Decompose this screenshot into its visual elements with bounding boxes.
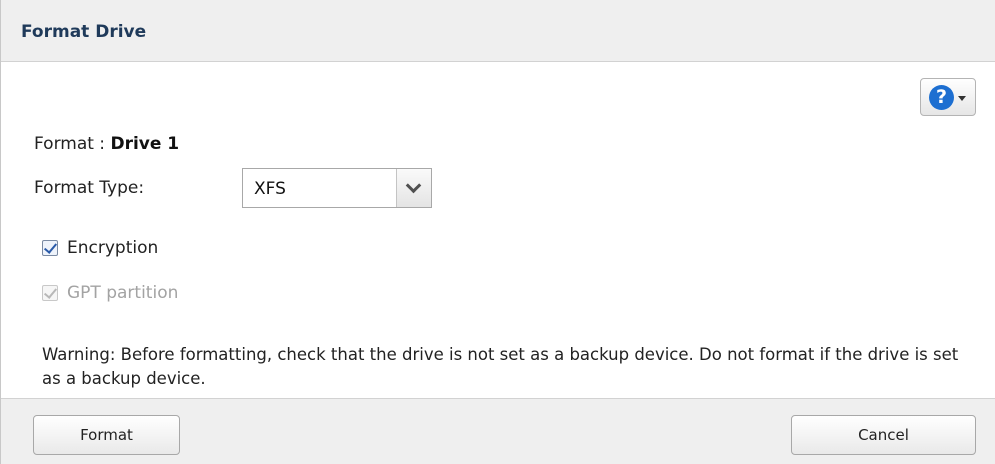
gpt-partition-checkbox xyxy=(42,285,58,301)
chevron-down-icon xyxy=(405,177,422,194)
gpt-partition-label: GPT partition xyxy=(67,283,179,303)
checkmark-icon xyxy=(43,285,58,299)
help-icon: ? xyxy=(929,85,954,110)
format-target-row: Format : Drive 1 xyxy=(34,134,179,154)
cancel-button[interactable]: Cancel xyxy=(791,415,976,455)
dialog-title: Format Drive xyxy=(21,22,147,42)
dialog-title-bar: Format Drive xyxy=(1,0,995,62)
format-type-value: XFS xyxy=(254,179,286,199)
format-drive-dialog: Format Drive ? Format : Drive 1 Format T… xyxy=(0,0,995,464)
help-button[interactable]: ? xyxy=(920,78,976,116)
format-target-drive: Drive 1 xyxy=(110,134,180,154)
format-target-label: Format : xyxy=(34,134,111,154)
warning-message: Warning: Before formatting, check that t… xyxy=(42,345,959,388)
dialog-footer: Format Cancel xyxy=(1,398,995,464)
caret-down-icon xyxy=(958,96,966,101)
encryption-label[interactable]: Encryption xyxy=(67,238,158,258)
select-dropdown-button[interactable] xyxy=(396,169,431,207)
checkmark-icon xyxy=(43,240,58,254)
format-type-label: Format Type: xyxy=(34,178,145,198)
format-button[interactable]: Format xyxy=(33,415,180,455)
format-type-select[interactable]: XFS xyxy=(242,168,432,208)
encryption-checkbox[interactable] xyxy=(42,240,58,256)
